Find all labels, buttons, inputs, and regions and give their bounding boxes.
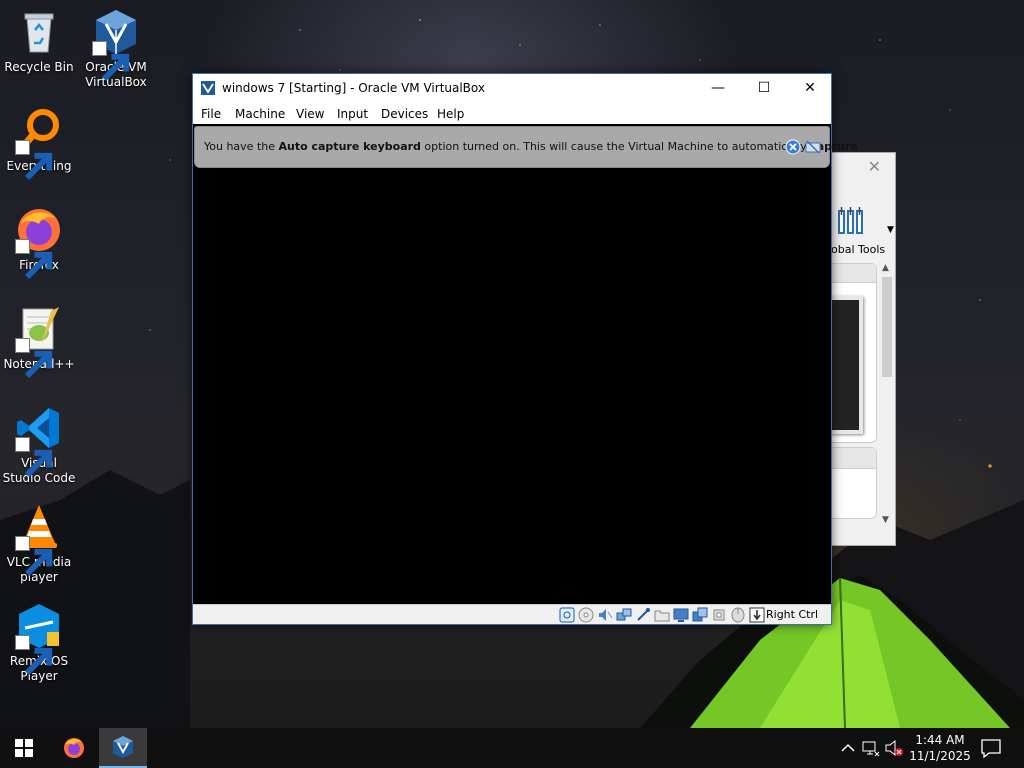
panel-header (831, 264, 876, 283)
global-tools-label: obal Tools (831, 243, 886, 256)
cpu-icon[interactable] (711, 607, 727, 623)
menu-view[interactable]: View (296, 107, 324, 121)
shortcut-arrow-icon (15, 536, 53, 577)
notepad-plus-plus-icon (15, 305, 63, 379)
network-icon[interactable] (861, 738, 881, 758)
shortcut-arrow-icon (15, 635, 53, 676)
vscode-icon (15, 404, 63, 478)
virtualbox-icon (201, 81, 215, 95)
auto-capture-notice: You have the Auto capture keyboard optio… (194, 126, 858, 168)
title-bar[interactable]: windows 7 [Starting] - Oracle VM Virtual… (193, 74, 831, 102)
shared-folders-icon[interactable] (654, 607, 670, 623)
menu-devices[interactable]: Devices (381, 107, 428, 121)
global-tools-icon[interactable] (835, 205, 867, 237)
taskbar-firefox[interactable] (50, 728, 98, 768)
menu-bar: File Machine View Input Devices Help (193, 102, 831, 124)
firefox-icon (15, 206, 63, 280)
virtualbox-icon (92, 8, 140, 82)
desktop-icon-vscode[interactable]: Visual Studio Code (1, 404, 77, 486)
notice-bold-text: Auto capture keyboard (278, 140, 421, 153)
desktop-icon-vlc[interactable]: VLC media player (1, 503, 77, 585)
desktop-icon-recycle-bin[interactable]: Recycle Bin (1, 8, 77, 75)
shortcut-arrow-icon (92, 41, 130, 82)
window-title: windows 7 [Starting] - Oracle VM Virtual… (222, 81, 485, 95)
video-capture-icon[interactable] (692, 607, 708, 623)
shortcut-arrow-icon (15, 437, 53, 478)
preview-panel (831, 263, 877, 443)
system-clock[interactable]: 1:44 AM 11/1/2025 (906, 732, 974, 764)
notice-message: You have the Auto capture keyboard optio… (204, 140, 858, 153)
desktop-icon-firefox[interactable]: Firefox (1, 206, 77, 280)
scroll-down-icon[interactable]: ▼ (882, 515, 889, 525)
desktop-icon-notepad-plus-plus[interactable]: Notepad++ (1, 305, 77, 379)
host-key-label: Right Ctrl (766, 608, 819, 621)
desktop-icon-label: Recycle Bin (4, 60, 74, 74)
chevron-down-icon[interactable]: ▼ (887, 225, 894, 235)
volume-muted-icon[interactable] (884, 738, 904, 758)
audio-icon[interactable] (597, 607, 613, 623)
usb-icon[interactable] (635, 607, 651, 623)
desktop-icon-virtualbox[interactable]: Oracle VM VirtualBox (78, 8, 154, 90)
vm-window[interactable]: windows 7 [Starting] - Oracle VM Virtual… (192, 73, 858, 625)
host-key-icon[interactable] (749, 607, 765, 623)
shortcut-arrow-icon (15, 140, 53, 181)
menu-file[interactable]: File (201, 107, 221, 121)
maximize-button[interactable]: ☐ (741, 74, 787, 102)
notice-text: You have the (204, 140, 279, 153)
virtualbox-manager-window[interactable]: ✕ ▼ obal Tools ▲ ▼ (830, 152, 896, 546)
virtualbox-icon (113, 736, 133, 758)
action-center-icon[interactable] (978, 736, 1004, 760)
vlc-icon (15, 503, 63, 577)
menu-help[interactable]: Help (437, 107, 464, 121)
dismiss-notice-icon[interactable] (785, 139, 801, 155)
taskbar-virtualbox[interactable] (99, 728, 147, 768)
remix-os-icon (15, 602, 63, 676)
close-icon[interactable]: ✕ (868, 157, 881, 176)
optical-drive-icon[interactable] (578, 607, 594, 623)
shortcut-arrow-icon (15, 239, 53, 280)
disable-message-icon[interactable] (805, 139, 821, 155)
desktop-icon-remix-os[interactable]: Remix OS Player (1, 602, 77, 684)
notice-text: option turned on. This will cause the Vi… (420, 140, 811, 153)
scroll-up-icon[interactable]: ▲ (882, 263, 889, 273)
menu-input[interactable]: Input (337, 107, 368, 121)
windows-logo-icon (15, 739, 33, 757)
chevron-up-icon[interactable] (838, 738, 858, 758)
desktop-icon-everything[interactable]: Everything (1, 107, 77, 181)
status-bar: Right Ctrl (193, 604, 831, 624)
vm-display[interactable] (193, 170, 831, 604)
firefox-icon (64, 738, 84, 758)
clock-date: 11/1/2025 (909, 749, 971, 763)
menu-machine[interactable]: Machine (235, 107, 285, 121)
vm-preview-thumbnail (831, 296, 863, 434)
start-button[interactable] (0, 728, 48, 768)
panel-header (831, 448, 876, 469)
close-button[interactable]: ✕ (787, 74, 833, 102)
taskbar: 1:44 AM 11/1/2025 (0, 728, 1024, 768)
everything-search-icon (15, 107, 63, 181)
shortcut-arrow-icon (15, 338, 53, 379)
network-icon[interactable] (616, 607, 632, 623)
clock-time: 1:44 AM (915, 733, 965, 747)
mouse-integration-icon[interactable] (730, 607, 746, 623)
vertical-scrollbar[interactable]: ▲ ▼ (879, 263, 895, 525)
recycle-bin-icon (15, 8, 63, 56)
display-icon[interactable] (673, 607, 689, 623)
details-panel (831, 447, 877, 519)
hard-disk-icon[interactable] (559, 607, 575, 623)
minimize-button[interactable]: — (695, 74, 741, 102)
scrollbar-thumb[interactable] (882, 277, 892, 377)
